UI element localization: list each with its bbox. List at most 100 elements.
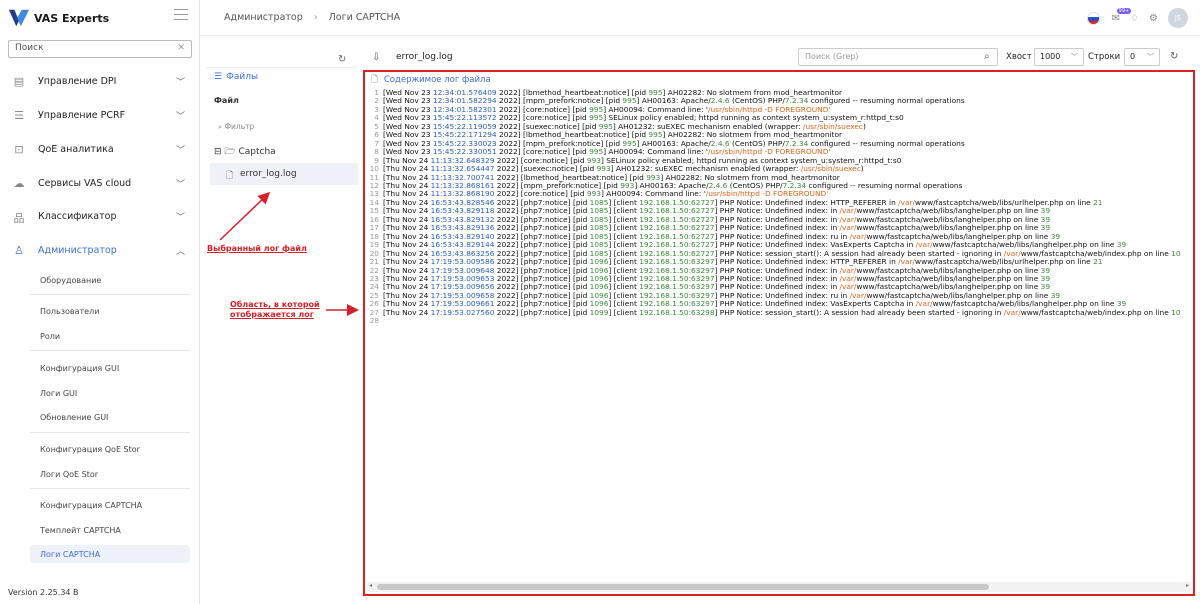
grep-search-input[interactable]: Поиск (Grep)	[798, 48, 998, 66]
annotation-log-area: Область, в которой отображается лог	[230, 300, 320, 319]
sidebar-item-label: Классификатор	[38, 210, 117, 222]
folder-captcha[interactable]: ⊟ 🗁 Captcha	[214, 144, 276, 160]
brand-logo[interactable]: VAS Experts	[8, 4, 109, 32]
sidebar-item-label: Управление DPI	[38, 75, 117, 87]
divider	[30, 488, 190, 489]
log-lines: 1 [Wed Nov 23 12:34:01.576409 2022] [lbme…	[365, 89, 1191, 326]
sidebar-item-vas-cloud[interactable]: ☁ Сервисы VAS cloud ﹀	[0, 173, 200, 193]
divider	[30, 432, 190, 433]
breadcrumb: Администратор › Логи CAPTCHA	[224, 12, 400, 23]
sub-item-gui-update[interactable]: Обновление GUI	[40, 413, 108, 422]
language-flag-icon[interactable]	[1086, 11, 1100, 25]
log-line: 28	[365, 316, 1191, 326]
refresh-icon[interactable]: ↻	[338, 54, 346, 65]
bell-icon[interactable]: ♢	[1130, 13, 1139, 24]
sidebar-search-placeholder: Поиск	[15, 43, 44, 53]
mail-icon[interactable]: ✉ 99+	[1112, 7, 1132, 24]
users-icon: ♙	[14, 244, 24, 257]
sub-item-qoe-config[interactable]: Конфигурация QoE Stor	[40, 445, 140, 454]
sidebar-item-label: Администратор	[38, 244, 117, 256]
scroll-left-icon[interactable]: ◂	[369, 582, 372, 589]
sub-item-captcha-config[interactable]: Конфигурация CAPTCHA	[40, 501, 142, 510]
chevron-up-icon: ︿	[176, 246, 186, 257]
file-item-selected[interactable]: 🗋 error_log.log	[210, 163, 358, 185]
breadcrumb-separator-icon: ›	[313, 12, 318, 23]
sidebar-item-qoe[interactable]: ⊡ QoE аналитика ﹀	[0, 139, 200, 159]
sidebar: VAS Experts Поиск ✕ ▤ Управление DPI ﹀ ☰…	[0, 0, 200, 604]
chevron-down-icon: ﹀	[176, 77, 186, 88]
files-title-label: Файлы	[226, 72, 259, 82]
sidebar-item-classifier[interactable]: 品 Классификатор ﹀	[0, 206, 200, 226]
annotation-selected-file: Выбранный лог файл	[207, 244, 307, 253]
cloud-icon: ☁	[13, 177, 25, 190]
sub-item-users[interactable]: Пользователи	[40, 307, 99, 316]
file-column-label: Файл	[214, 96, 239, 105]
sub-item-gui-logs[interactable]: Логи GUI	[40, 389, 77, 398]
filter-input[interactable]: ⌕ Фильтр	[218, 122, 254, 132]
file-icon: 🗋	[226, 171, 234, 181]
sub-item-roles[interactable]: Роли	[40, 332, 60, 341]
menu-toggle-icon[interactable]	[174, 9, 188, 21]
download-icon[interactable]: ⇩	[372, 52, 380, 63]
rows-label: Строки	[1088, 52, 1121, 62]
sidebar-item-admin[interactable]: ♙ Администратор ︿	[0, 240, 200, 260]
sidebar-search-input[interactable]: Поиск ✕	[8, 40, 192, 58]
log-file-name: error_log.log	[396, 52, 453, 62]
sidebar-item-label: Управление PCRF	[38, 109, 126, 121]
settings-icon[interactable]: ⚙	[1149, 13, 1158, 24]
brand-name: VAS Experts	[34, 11, 110, 25]
sidebar-item-label: QoE аналитика	[38, 143, 114, 155]
document-icon: 🗋	[371, 75, 378, 85]
tail-label: Хвост	[1006, 52, 1032, 62]
chevron-down-icon: ﹀	[176, 145, 186, 156]
tail-value: 1000	[1040, 52, 1061, 61]
chevron-down-icon: ﹀	[1071, 53, 1078, 61]
divider	[30, 350, 190, 351]
sidebar-item-pcrf[interactable]: ☰ Управление PCRF ﹀	[0, 105, 200, 125]
scrollbar-thumb[interactable]	[377, 584, 989, 590]
sub-item-qoe-logs[interactable]: Логи QoE Stor	[40, 470, 98, 479]
header-actions: ✉ 99+ ♢ ⚙ JS	[1086, 7, 1188, 28]
chevron-down-icon: ﹀	[176, 212, 186, 223]
grep-placeholder: Поиск (Grep)	[805, 52, 859, 61]
line-number: 28	[369, 316, 379, 326]
notification-badge: 99+	[1116, 7, 1132, 14]
folder-icon: 🗁	[224, 147, 236, 157]
log-title: 🗋 Содержимое лог файла	[371, 74, 491, 88]
chevron-down-icon: ﹀	[176, 179, 186, 190]
sub-item-captcha-logs[interactable]: Логи CAPTCHA	[40, 550, 100, 559]
collapse-icon[interactable]: ⊟	[214, 147, 222, 157]
chart-icon: ⊡	[14, 143, 24, 156]
refresh-icon[interactable]: ↻	[1170, 51, 1178, 62]
sub-item-gui-config[interactable]: Конфигурация GUI	[40, 364, 119, 373]
version-label: Version 2.25.34 B	[8, 588, 79, 597]
avatar[interactable]: JS	[1168, 8, 1188, 28]
top-header: Администратор › Логи CAPTCHA ✉ 99+ ♢ ⚙ JS	[200, 0, 1200, 36]
scroll-right-icon[interactable]: ▸	[1186, 582, 1189, 589]
sidebar-item-label: Сервисы VAS cloud	[38, 177, 132, 189]
list-icon: ☰	[214, 72, 223, 82]
log-toolbar: ⇩ error_log.log Поиск (Grep) ⌕ Хвост 100…	[358, 44, 1200, 70]
sidebar-item-dpi[interactable]: ▤ Управление DPI ﹀	[0, 71, 200, 91]
folder-label: Captcha	[238, 147, 276, 157]
rows-value: 0	[1130, 52, 1136, 61]
filter-placeholder: Фильтр	[224, 122, 255, 131]
log-title-label: Содержимое лог файла	[383, 75, 491, 85]
file-name: error_log.log	[240, 169, 297, 179]
breadcrumb-item[interactable]: Администратор	[224, 12, 303, 23]
chevron-down-icon: ﹀	[1147, 53, 1154, 61]
rows-select[interactable]: 0 ﹀	[1124, 48, 1160, 66]
hierarchy-icon: 品	[13, 212, 25, 225]
horizontal-scrollbar[interactable]: ◂ ▸	[367, 582, 1191, 592]
sub-item-captcha-template[interactable]: Темплейт CAPTCHA	[40, 526, 121, 535]
search-icon[interactable]: ⌕	[984, 51, 990, 62]
divider	[30, 294, 190, 295]
sub-item-equipment[interactable]: Оборудование	[40, 276, 101, 285]
log-line: 27 [Thu Nov 24 17:19:53.027560 2022] [php…	[365, 308, 1191, 317]
files-title: ☰ Файлы	[214, 72, 258, 82]
sliders-icon: ☰	[14, 109, 24, 122]
breadcrumb-item: Логи CAPTCHA	[328, 12, 401, 23]
server-icon: ▤	[13, 75, 25, 88]
tail-select[interactable]: 1000 ﹀	[1034, 48, 1084, 66]
clear-icon[interactable]: ✕	[177, 43, 185, 53]
